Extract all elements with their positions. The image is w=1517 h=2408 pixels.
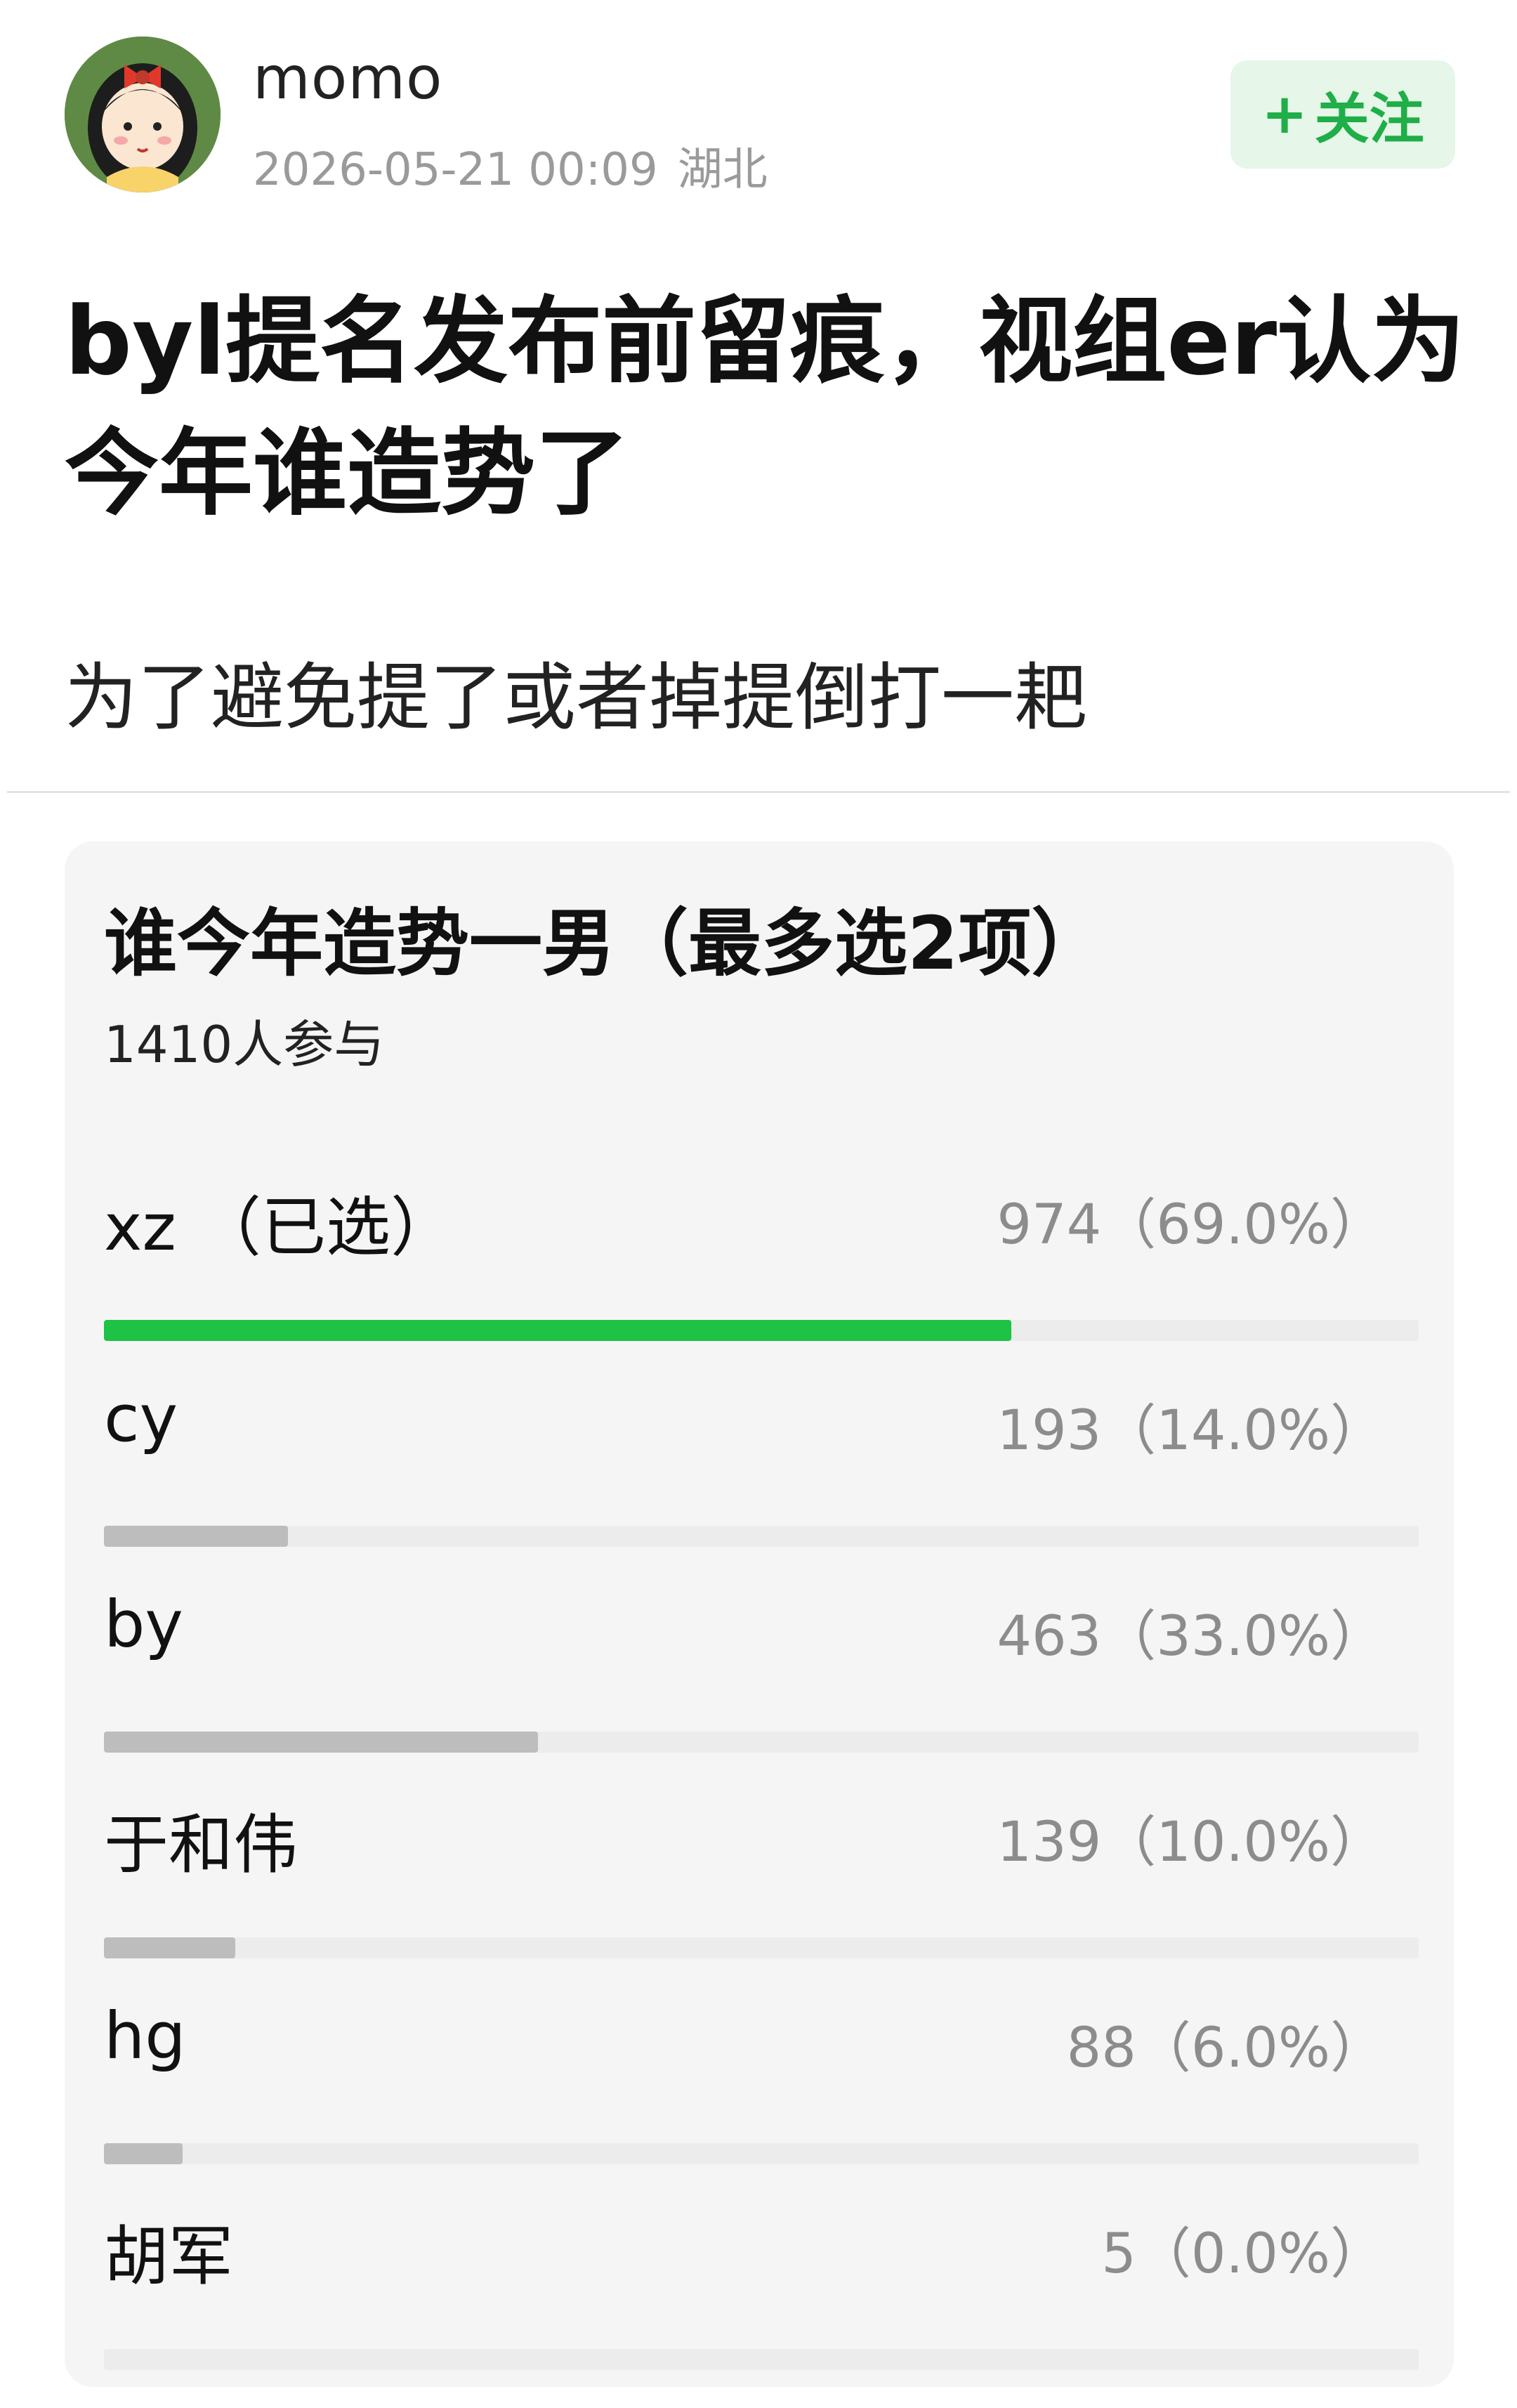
avatar[interactable] <box>65 37 221 192</box>
poll-participants: 1410人参与 <box>104 1015 385 1074</box>
poll-option[interactable]: hg 88（6.0%） <box>104 1998 1419 2202</box>
poll-option-count: 5（0.0%） <box>1101 2223 1385 2286</box>
poll-option-count: 88（6.0%） <box>1066 2017 1385 2080</box>
poll-card: 谁今年造势一男（最多选2项） 1410人参与 xz （已选） 974（69.0%… <box>65 842 1454 2387</box>
poll-option[interactable]: xz （已选） 974（69.0%） <box>104 1175 1419 1379</box>
post-meta: 2026-05-21 00:09 湖北 <box>253 133 787 198</box>
poll-title: 谁今年造势一男（最多选2项） <box>104 901 1105 986</box>
poll-option-bar-fill <box>104 1526 289 1547</box>
poll-option-count: 139（10.0%） <box>997 1811 1385 1874</box>
poll-option-bar <box>104 2143 1419 2164</box>
poll-option-label: cy <box>104 1381 178 1456</box>
post-location: 湖北 <box>677 144 768 196</box>
poll-option-bar-fill <box>104 1320 1011 1341</box>
poll-option-bar <box>104 2349 1419 2370</box>
poll-option-bar-fill <box>104 1937 236 1958</box>
poll-option-label: 胡军 <box>104 2219 234 2294</box>
follow-label: 关注 <box>1314 88 1424 151</box>
poll-option-bar <box>104 1732 1419 1753</box>
poll-option-label: by <box>104 1587 183 1662</box>
poll-option-bar <box>104 1526 1419 1547</box>
poll-option-label: 于和伟 <box>104 1807 298 1883</box>
poll-option-bar <box>104 1320 1419 1341</box>
poll-option-bar-fill <box>104 1732 538 1753</box>
poll-option-label: hg <box>104 1998 186 2074</box>
poll-option[interactable]: 胡军 5（0.0%） <box>104 2204 1419 2408</box>
plus-icon: + <box>1261 83 1308 146</box>
post-body: 为了避免提了或者掉提倒打一耙 <box>65 655 1088 740</box>
poll-option-bar-fill <box>104 2143 183 2164</box>
poll-option-count: 974（69.0%） <box>997 1193 1385 1257</box>
post-date: 2026-05-21 00:09 <box>253 144 658 196</box>
poll-option-bar <box>104 1937 1419 1958</box>
cartoon-girl-avatar-icon <box>65 37 221 192</box>
divider <box>7 791 1510 793</box>
poll-option[interactable]: by 463（33.0%） <box>104 1587 1419 1791</box>
poll-option-count: 193（14.0%） <box>997 1399 1385 1463</box>
post-header: momo 2026-05-21 00:09 湖北 + 关注 <box>0 0 1517 211</box>
username[interactable]: momo <box>253 44 442 112</box>
follow-button[interactable]: + 关注 <box>1230 60 1455 169</box>
poll-option[interactable]: cy 193（14.0%） <box>104 1381 1419 1585</box>
poll-option[interactable]: 于和伟 139（10.0%） <box>104 1793 1419 1996</box>
poll-option-count: 463（33.0%） <box>997 1605 1385 1668</box>
post-title: byl提名发布前留痕，视组er认为今年谁造势了 <box>65 287 1466 528</box>
poll-option-label: xz （已选） <box>104 1190 455 1265</box>
